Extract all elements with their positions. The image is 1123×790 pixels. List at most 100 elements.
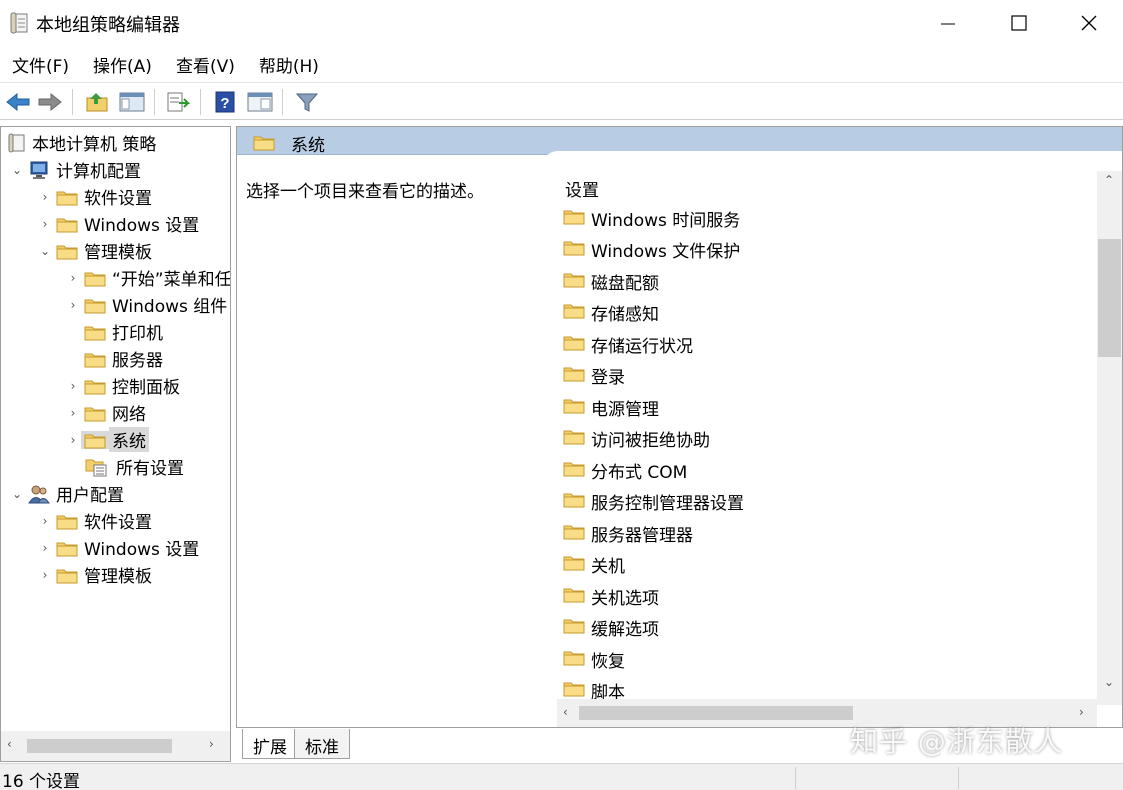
list-item[interactable]: Windows 时间服务 bbox=[563, 204, 740, 232]
chevron-down-icon[interactable]: ⌄ bbox=[37, 237, 53, 264]
chevron-right-icon[interactable]: › bbox=[37, 534, 53, 561]
show-hide-tree-button[interactable] bbox=[117, 88, 147, 116]
computer-icon bbox=[25, 160, 53, 180]
chevron-right-icon[interactable]: › bbox=[37, 561, 53, 588]
tab-standard[interactable]: 标准 bbox=[294, 729, 350, 759]
list-item[interactable]: 分布式 COM bbox=[563, 456, 687, 484]
folder-icon bbox=[563, 459, 585, 482]
list-item[interactable]: Windows 文件保护 bbox=[563, 236, 740, 264]
forward-button[interactable] bbox=[35, 88, 65, 116]
folder-icon bbox=[53, 188, 81, 206]
tree-horizontal-scrollbar[interactable]: ‹ › bbox=[1, 731, 230, 761]
scrollbar-thumb[interactable] bbox=[27, 739, 172, 753]
tree-item-windows-components[interactable]: › Windows 组件 bbox=[65, 291, 230, 318]
chevron-right-icon[interactable]: › bbox=[65, 372, 81, 399]
export-list-button[interactable] bbox=[163, 88, 193, 116]
back-button[interactable] bbox=[3, 88, 33, 116]
list-item[interactable]: 磁盘配额 bbox=[563, 267, 659, 295]
chevron-right-icon[interactable]: › bbox=[37, 210, 53, 237]
extended-view-icon bbox=[247, 92, 273, 112]
close-button[interactable] bbox=[1054, 0, 1123, 46]
list-item[interactable]: 存储感知 bbox=[563, 299, 659, 327]
column-header-setting[interactable]: 设置 bbox=[565, 176, 599, 201]
folder-icon bbox=[563, 648, 585, 671]
tree-item-label: Windows 组件 bbox=[112, 297, 228, 317]
chevron-right-icon[interactable]: › bbox=[65, 426, 81, 453]
tree-item-uc-software-settings[interactable]: › 软件设置 bbox=[37, 507, 155, 534]
list-item[interactable]: 登录 bbox=[563, 362, 625, 390]
tab-expanded[interactable]: 扩展 bbox=[242, 729, 298, 759]
tree-item-label: 用户配置 bbox=[56, 486, 124, 506]
tree-item-label: 网络 bbox=[112, 405, 146, 425]
up-one-level-button[interactable] bbox=[82, 88, 112, 116]
chevron-up-icon[interactable]: ⌃ bbox=[1104, 173, 1114, 187]
list-item[interactable]: 电源管理 bbox=[563, 393, 659, 421]
minimize-icon bbox=[941, 23, 955, 25]
folder-icon bbox=[81, 296, 109, 314]
menu-view[interactable]: 查看(V) bbox=[164, 48, 247, 80]
list-item-label: 访问被拒绝协助 bbox=[591, 431, 710, 451]
tree-item-cc-admin-templates[interactable]: ⌄ 管理模板 bbox=[37, 237, 155, 264]
chevron-right-icon[interactable]: › bbox=[1079, 705, 1084, 719]
tree-item-all-settings[interactable]: 所有设置 bbox=[81, 453, 187, 480]
vertical-scrollbar[interactable]: ⌃ ⌄ bbox=[1097, 171, 1122, 705]
folder-icon bbox=[563, 333, 585, 356]
list-item[interactable]: 关机选项 bbox=[563, 582, 659, 610]
chevron-down-icon[interactable]: ⌄ bbox=[1104, 675, 1114, 689]
tree-item-printers[interactable]: 打印机 bbox=[81, 318, 166, 345]
chevron-right-icon[interactable]: › bbox=[209, 737, 214, 751]
tree-item-system[interactable]: › 系统 bbox=[65, 426, 149, 453]
list-item[interactable]: 服务器管理器 bbox=[563, 519, 693, 547]
chevron-right-icon[interactable]: › bbox=[65, 291, 81, 318]
chevron-right-icon[interactable]: › bbox=[65, 399, 81, 426]
tree-item-start-menu[interactable]: › “开始”菜单和任务栏 bbox=[65, 264, 230, 291]
tree-item-uc-admin-templates[interactable]: › 管理模板 bbox=[37, 561, 155, 588]
list-item[interactable]: 服务控制管理器设置 bbox=[563, 488, 744, 516]
list-item[interactable]: 存储运行状况 bbox=[563, 330, 693, 358]
folder-icon bbox=[53, 539, 81, 557]
chevron-down-icon[interactable]: ⌄ bbox=[9, 156, 25, 183]
chevron-right-icon[interactable]: › bbox=[37, 183, 53, 210]
folder-icon bbox=[81, 404, 109, 422]
tree-item-local-computer-policy[interactable]: 本地计算机 策略 bbox=[5, 129, 159, 156]
folder-icon bbox=[563, 207, 585, 230]
chevron-left-icon[interactable]: ‹ bbox=[7, 737, 12, 751]
scrollbar-thumb[interactable] bbox=[1098, 239, 1121, 357]
tree-item-server[interactable]: 服务器 bbox=[81, 345, 166, 372]
tree-item-label: 所有设置 bbox=[116, 459, 184, 479]
window-title: 本地组策略编辑器 bbox=[36, 15, 180, 36]
menu-help[interactable]: 帮助(H) bbox=[247, 48, 331, 80]
tree-item-computer-config[interactable]: ⌄ 计算机配置 bbox=[9, 156, 144, 183]
folder-icon bbox=[53, 566, 81, 584]
list-item-label: 服务器管理器 bbox=[591, 525, 693, 546]
list-item-label: 缓解选项 bbox=[591, 620, 659, 640]
list-item-label: Windows 时间服务 bbox=[591, 210, 741, 231]
list-item[interactable]: 访问被拒绝协助 bbox=[563, 425, 710, 453]
maximize-button[interactable] bbox=[984, 0, 1054, 46]
chevron-right-icon[interactable]: › bbox=[65, 264, 81, 291]
tree-item-control-panel[interactable]: › 控制面板 bbox=[65, 372, 183, 399]
scrollbar-thumb[interactable] bbox=[579, 706, 853, 720]
folder-icon bbox=[563, 522, 585, 545]
help-button[interactable]: ? bbox=[210, 88, 240, 116]
menu-action[interactable]: 操作(A) bbox=[81, 48, 164, 80]
folder-icon bbox=[53, 215, 81, 233]
tree-item-cc-windows-settings[interactable]: › Windows 设置 bbox=[37, 210, 202, 237]
list-item[interactable]: 关机 bbox=[563, 551, 625, 579]
list-item[interactable]: 恢复 bbox=[563, 645, 625, 673]
filter-button[interactable] bbox=[292, 88, 322, 116]
tree-item-network[interactable]: › 网络 bbox=[65, 399, 149, 426]
tree-item-user-config[interactable]: ⌄ 用户配置 bbox=[9, 480, 127, 507]
minimize-button[interactable] bbox=[913, 0, 983, 46]
tree-item-label: 软件设置 bbox=[84, 513, 152, 533]
tree-item-label: 系统 bbox=[109, 427, 149, 452]
tree-item-uc-windows-settings[interactable]: › Windows 设置 bbox=[37, 534, 202, 561]
menu-file[interactable]: 文件(F) bbox=[0, 48, 81, 80]
chevron-right-icon[interactable]: › bbox=[37, 507, 53, 534]
chevron-left-icon[interactable]: ‹ bbox=[563, 705, 568, 719]
extended-view-button[interactable] bbox=[245, 88, 275, 116]
tree-item-cc-software-settings[interactable]: › 软件设置 bbox=[37, 183, 155, 210]
chevron-down-icon[interactable]: ⌄ bbox=[9, 480, 25, 507]
list-item[interactable]: 缓解选项 bbox=[563, 614, 659, 642]
filter-icon bbox=[295, 93, 319, 112]
